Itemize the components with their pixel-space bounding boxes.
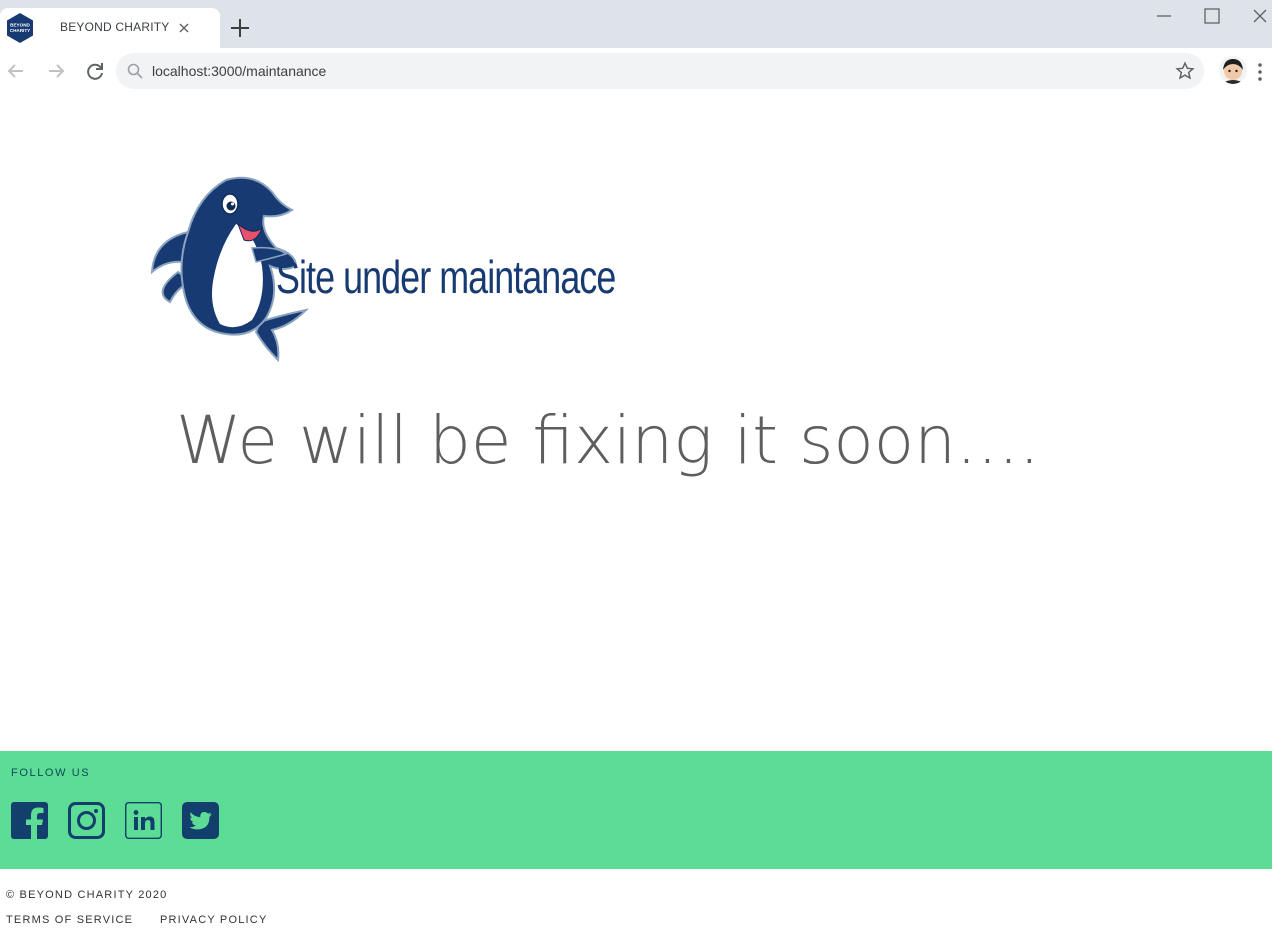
terms-of-service-link[interactable]: TERMS OF SERVICE [6, 914, 133, 926]
page-title: Site under maintanace [276, 251, 616, 303]
browser-tab[interactable]: BEYOND CHARITY BEYOND CHARITY [0, 8, 220, 48]
twitter-icon[interactable] [182, 802, 220, 840]
page-viewport: Site under maintanace We will be fixing … [0, 94, 1272, 928]
tab-title: BEYOND CHARITY [60, 20, 170, 34]
minimize-icon[interactable] [1152, 4, 1176, 28]
privacy-policy-link[interactable]: PRIVACY POLICY [160, 914, 267, 926]
window-close-icon[interactable] [1248, 4, 1272, 28]
browser-tab-strip: BEYOND CHARITY BEYOND CHARITY [0, 0, 1272, 48]
favicon-text-line2: CHARITY [10, 28, 30, 33]
beyond-charity-logo-icon: BEYOND CHARITY [7, 13, 33, 43]
footer-social-band: FOLLOW US [0, 751, 1272, 869]
profile-avatar[interactable] [1219, 56, 1247, 84]
facebook-icon[interactable] [11, 802, 49, 840]
browser-toolbar: localhost:3000/maintanance [0, 48, 1272, 94]
new-tab-plus-icon[interactable] [228, 16, 252, 40]
favicon-text-line1: BEYOND [10, 23, 30, 28]
star-icon[interactable] [1174, 60, 1196, 82]
maintenance-message: We will be fixing it soon.... [176, 402, 1040, 479]
copyright-text: © BEYOND CHARITY 2020 [6, 889, 168, 901]
kebab-menu-icon[interactable] [1250, 60, 1270, 84]
avatar-face-icon [1219, 56, 1247, 84]
back-arrow-icon[interactable] [4, 59, 28, 83]
close-icon[interactable] [174, 18, 194, 38]
address-bar[interactable]: localhost:3000/maintanance [116, 53, 1204, 89]
url-text: localhost:3000/maintanance [152, 63, 327, 79]
forward-arrow-icon[interactable] [44, 59, 68, 83]
reload-icon[interactable] [83, 59, 107, 83]
linkedin-icon[interactable] [125, 802, 163, 840]
instagram-icon[interactable] [68, 802, 106, 840]
follow-us-label: FOLLOW US [11, 767, 91, 779]
search-icon [127, 63, 143, 79]
maximize-icon[interactable] [1200, 4, 1224, 28]
